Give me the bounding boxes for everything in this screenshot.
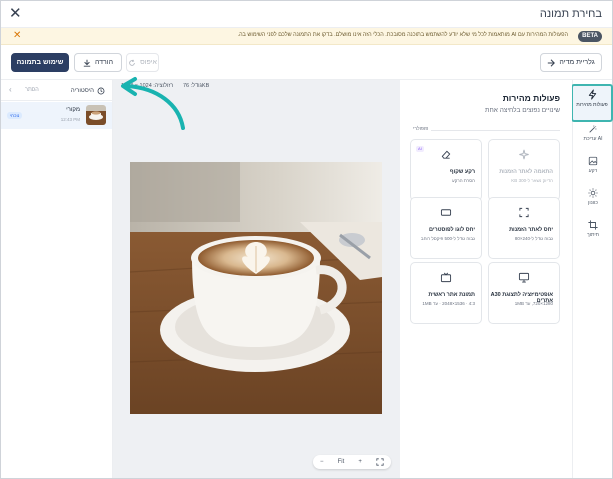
rail-item-background[interactable]: רקע [575, 156, 611, 186]
coffee-cup-image [130, 162, 382, 414]
use-image-button[interactable]: שימוש בתמונה [11, 53, 69, 72]
close-icon[interactable]: ✕ [9, 5, 22, 23]
rail-label: רקע [588, 168, 598, 174]
close-icon[interactable]: ✕ [13, 30, 21, 42]
file-size: גודל: 76KB [183, 83, 210, 89]
action-card-transparent-bg[interactable]: AI רקע שקוף הסרת הרקע [410, 139, 482, 201]
magic-wand-icon [589, 125, 597, 133]
sun-icon [588, 188, 598, 198]
image-editor-window: בחירת תמונה ✕ BETA הפעולות המהירות עם AI… [0, 0, 613, 479]
ai-badge: AI [416, 146, 424, 152]
current-badge: נוכחי [7, 112, 23, 119]
action-card-web-optimize[interactable]: אופטימיזציה לתצוגת A30 אתרים 1280×720, ע… [488, 262, 560, 324]
gallery-button-label: גלריית מדיה [559, 59, 595, 66]
image-icon [588, 156, 598, 166]
sparkle-icon [519, 149, 529, 160]
monitor-icon [518, 272, 530, 283]
history-icon [97, 87, 105, 95]
panel-title: פעולות מהירות [502, 93, 560, 103]
card-description: הדיוק נשאר ל-300 KB [511, 178, 553, 183]
rail-item-ai-edit[interactable]: עריכת AI [575, 124, 611, 154]
hide-history-button[interactable]: הסתר [25, 87, 39, 93]
zoom-controls: − Fit + [313, 455, 391, 469]
zoom-fit-button[interactable]: Fit [338, 455, 345, 469]
crop-icon [588, 220, 598, 230]
use-image-label: שימוש בתמונה [16, 59, 64, 66]
zoom-in-button[interactable]: + [358, 455, 362, 469]
refresh-icon [129, 59, 135, 66]
rail-item-crop[interactable]: חיתוך [575, 220, 611, 250]
card-description: גבוה גודל ל-500 פיקסל רוחב [420, 236, 475, 241]
rail-label: פעולות מהירות [576, 102, 608, 108]
history-panel: היסטוריה הסתר ‹ מקורי 12:43 PM נוכחי [1, 80, 113, 478]
image-canvas: גודל: 76KB רזולוציה: 1024 × 1024 − Fit + [113, 80, 400, 478]
rail-label: חיתוך [587, 232, 599, 238]
banner-message: הפעולות המהירות עם AI מותאמות לכל מי שלא… [237, 32, 568, 38]
fullscreen-icon[interactable] [376, 458, 384, 466]
card-description: 4:3 · 1536×2048 · עד 1MB [422, 301, 475, 306]
chevron-left-icon[interactable]: ‹ [9, 85, 12, 94]
download-label: הורדה [94, 59, 114, 66]
toolbar: גלריית מדיה שימוש בתמונה הורדה איפוס [1, 45, 612, 80]
rectangle-icon [440, 209, 452, 216]
action-card-booking-ratio[interactable]: יחס לאתר הזמנות גבוה גודל ל-240×80 [488, 197, 560, 259]
action-card-hero-image[interactable]: תמונת אתר ראשית 4:3 · 1536×2048 · עד 1MB [410, 262, 482, 324]
expand-icon [519, 207, 529, 218]
reset-label: איפוס [140, 59, 157, 66]
gallery-button[interactable]: גלריית מדיה [540, 53, 602, 72]
card-description: 1280×720, עד 1MB [514, 301, 553, 306]
title-bar: בחירת תמונה ✕ [1, 1, 612, 28]
download-icon [83, 59, 91, 67]
rail-label: עריכת AI [583, 136, 603, 142]
divider [410, 130, 560, 131]
card-title: יחס לאתר הזמנות [509, 227, 553, 233]
eraser-icon [441, 150, 451, 159]
action-card-booking-fit[interactable]: התאמה לאתר הזמנות הדיוק נשאר ל-300 KB [488, 139, 560, 201]
zoom-out-button[interactable]: − [320, 455, 324, 469]
quick-actions-panel: פעולות מהירות שינויים נפוצים בלחיצה אחת … [398, 80, 572, 478]
rail-item-adjust[interactable]: כוונון [575, 188, 611, 218]
rail-label: כוונון [588, 200, 598, 206]
history-title-label: היסטוריה [70, 88, 94, 94]
download-button[interactable]: הורדה [74, 53, 122, 72]
arrow-right-icon [548, 58, 556, 67]
card-title: רקע שקוף [449, 169, 475, 175]
card-title: התאמה לאתר הזמנות [499, 169, 553, 175]
tool-rail: פעולות מהירות עריכת AI רקע כוונון חיתוך [571, 80, 613, 478]
card-description: הסרת הרקע [452, 178, 475, 183]
reset-button[interactable]: איפוס [126, 53, 159, 72]
beta-banner: BETA הפעולות המהירות עם AI מותאמות לכל מ… [1, 28, 612, 45]
coffee-photo [130, 162, 382, 414]
card-description: גבוה גודל ל-240×80 [514, 236, 553, 241]
image-dimensions: רזולוציה: 1024 × 1024 [121, 83, 174, 89]
card-title: תמונת אתר ראשית [428, 292, 475, 298]
window-title: בחירת תמונה [539, 8, 602, 20]
history-thumbnail [86, 105, 106, 125]
lightning-icon [588, 89, 596, 100]
history-header: היסטוריה הסתר ‹ [1, 80, 113, 101]
rail-item-quick-actions[interactable]: פעולות מהירות [571, 84, 613, 122]
history-item[interactable]: מקורי 12:43 PM נוכחי [1, 102, 112, 129]
tv-icon [440, 272, 452, 283]
history-item-name: מקורי [66, 107, 80, 113]
history-item-time: 12:43 PM [60, 117, 80, 122]
panel-subtitle: שינויים נפוצים בלחיצה אחת [485, 107, 560, 114]
action-card-logo-posters[interactable]: יחס לוגו לפוסטרים גבוה גודל ל-500 פיקסל … [410, 197, 482, 259]
card-title: יחס לוגו לפוסטרים [429, 227, 475, 233]
beta-badge: BETA [578, 31, 602, 42]
section-label: פופולרי [410, 126, 432, 132]
history-title: היסטוריה [71, 87, 105, 95]
